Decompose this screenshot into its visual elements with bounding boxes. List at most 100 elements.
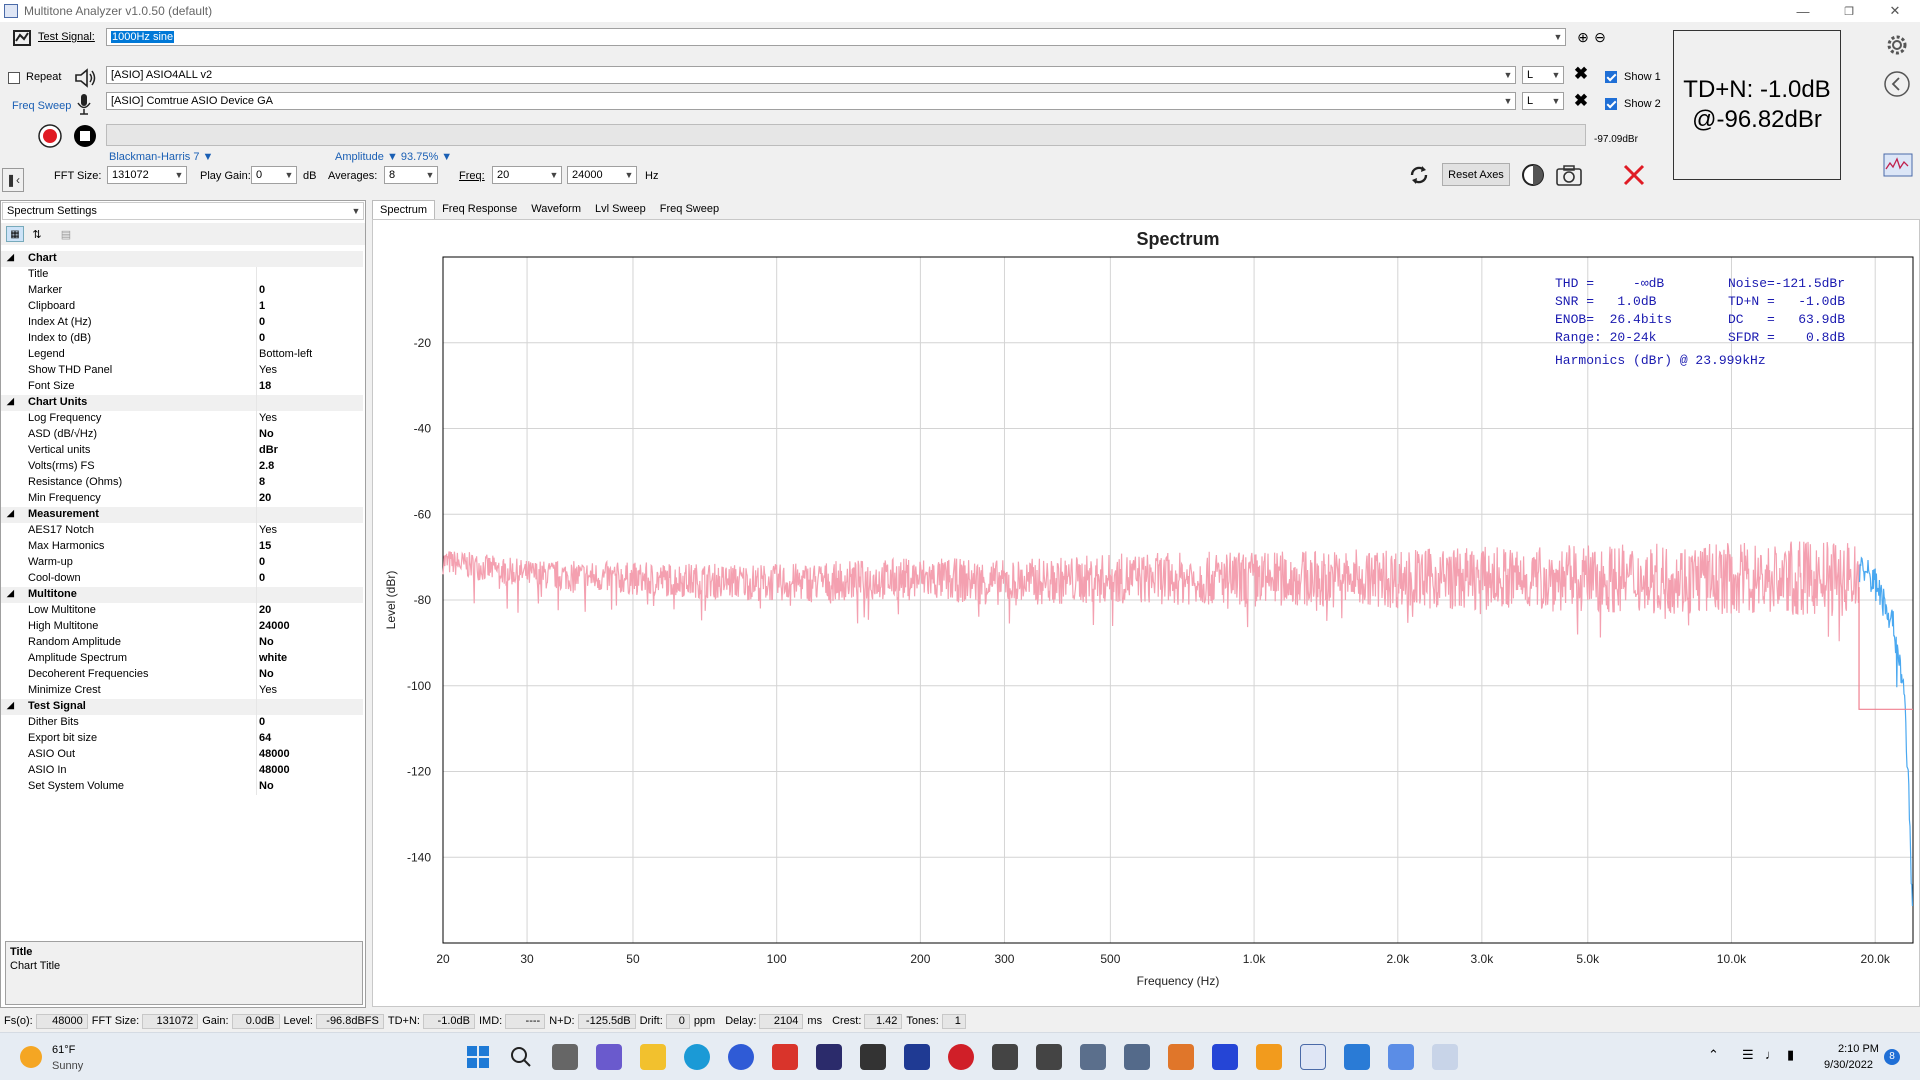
remove-signal-icon[interactable]: ⊖ <box>1592 29 1608 45</box>
property-value[interactable]: No <box>259 780 274 792</box>
record-button[interactable] <box>37 123 63 149</box>
app-icon-1[interactable] <box>728 1044 754 1070</box>
weather-desc[interactable]: Sunny <box>52 1060 83 1072</box>
microphone-icon[interactable] <box>74 92 94 116</box>
property-row[interactable]: Low Multitone 20 <box>1 603 363 619</box>
property-row[interactable]: Warm-up 0 <box>1 555 363 571</box>
battery-icon[interactable]: ▮ <box>1787 1047 1794 1063</box>
clock-time[interactable]: 2:10 PM <box>1838 1043 1879 1055</box>
spectrum-chart[interactable]: Spectrum 20 30 50 100 200 300 500 1.0k 2.0k 3.0k 5.… <box>373 220 1919 1006</box>
app-icon-9[interactable] <box>1212 1044 1238 1070</box>
property-row[interactable]: Show THD Panel Yes <box>1 363 363 379</box>
property-row[interactable]: ASIO In 48000 <box>1 763 363 779</box>
back-icon[interactable] <box>1882 69 1912 99</box>
camera-icon[interactable] <box>1554 162 1584 188</box>
property-row[interactable]: Index At (Hz) 0 <box>1 315 363 331</box>
input-channel-combo[interactable]: L ▼ <box>1522 92 1564 110</box>
start-icon[interactable] <box>465 1044 491 1070</box>
property-pages-icon[interactable]: ▤ <box>57 226 75 242</box>
signal-editor-icon[interactable] <box>12 28 32 48</box>
add-signal-icon[interactable]: ⊕ <box>1575 29 1591 45</box>
rew-icon[interactable] <box>816 1044 842 1070</box>
output-channel-combo[interactable]: L ▼ <box>1522 66 1564 84</box>
property-row[interactable]: Clipboard 1 <box>1 299 363 315</box>
property-row[interactable]: ASD (dB/√Hz) No <box>1 427 363 443</box>
play-gain-combo[interactable]: 0 ▼ <box>251 166 297 184</box>
property-row[interactable]: Font Size 18 <box>1 379 363 395</box>
settings-app-icon[interactable] <box>1080 1044 1106 1070</box>
app-icon-4[interactable] <box>904 1044 930 1070</box>
sort-alpha-icon[interactable]: ⇅ <box>28 226 46 242</box>
clock-date[interactable]: 9/30/2022 <box>1824 1059 1873 1071</box>
categorized-icon[interactable]: ▦ <box>6 226 24 242</box>
analyzer-icon[interactable] <box>1882 152 1914 178</box>
minimize-icon[interactable]: — <box>1780 0 1826 22</box>
tab-spectrum[interactable]: Spectrum <box>372 200 436 220</box>
tab-freq-sweep[interactable]: Freq Sweep <box>653 200 726 220</box>
repeat-checkbox[interactable] <box>8 72 20 84</box>
maximize-icon[interactable]: ❐ <box>1826 0 1872 22</box>
test-signal-combo[interactable]: 1000Hz sine ▼ <box>106 28 1566 46</box>
property-row[interactable]: Random Amplitude No <box>1 635 363 651</box>
tools-icon[interactable]: ✖ <box>1572 91 1590 110</box>
property-value[interactable]: 0 <box>259 716 265 728</box>
property-value[interactable]: 2.8 <box>259 460 274 472</box>
app-icon-6[interactable] <box>992 1044 1018 1070</box>
tray-chevron-up-icon[interactable]: ⌃ <box>1708 1047 1719 1063</box>
property-row[interactable]: High Multitone 24000 <box>1 619 363 635</box>
property-value[interactable]: Yes <box>259 412 277 424</box>
property-value[interactable]: 20 <box>259 604 271 616</box>
weather-icon[interactable] <box>20 1046 42 1068</box>
gear-icon[interactable] <box>1882 30 1912 60</box>
property-value[interactable]: 0 <box>259 332 265 344</box>
reset-axes-button[interactable]: Reset Axes <box>1442 163 1510 186</box>
collapse-icon[interactable]: ◢ <box>7 508 14 519</box>
property-value[interactable]: white <box>259 652 287 664</box>
property-value[interactable]: 0 <box>259 316 265 328</box>
property-value[interactable]: 48000 <box>259 748 290 760</box>
property-value[interactable]: 0 <box>259 572 265 584</box>
property-value[interactable]: dBr <box>259 444 278 456</box>
clear-icon[interactable] <box>1620 161 1648 189</box>
property-row[interactable]: Marker 0 <box>1 283 363 299</box>
volume-icon[interactable]: ♩ <box>1765 1047 1778 1062</box>
property-row[interactable]: Decoherent Frequencies No <box>1 667 363 683</box>
collapse-icon[interactable]: ◢ <box>7 396 14 407</box>
multitone-taskbar-icon[interactable] <box>1300 1044 1326 1070</box>
property-row[interactable]: Volts(rms) FS 2.8 <box>1 459 363 475</box>
collapse-icon[interactable]: ◢ <box>7 588 14 599</box>
speaker-icon[interactable] <box>72 66 98 90</box>
tab-waveform[interactable]: Waveform <box>524 200 588 220</box>
search-icon[interactable] <box>508 1044 534 1070</box>
stop-button[interactable] <box>72 123 98 149</box>
amplitude-link[interactable]: Amplitude ▼ 93.75% ▼ <box>335 151 452 163</box>
output-device-combo[interactable]: [ASIO] ASIO4ALL v2 ▼ <box>106 66 1516 84</box>
app-icon-7[interactable] <box>1036 1044 1062 1070</box>
contrast-icon[interactable] <box>1520 162 1546 188</box>
property-value[interactable]: 0 <box>259 284 265 296</box>
app-icon-3[interactable] <box>860 1044 886 1070</box>
property-row[interactable]: Log Frequency Yes <box>1 411 363 427</box>
app-icon-11[interactable] <box>1344 1044 1370 1070</box>
task-view-icon[interactable] <box>552 1044 578 1070</box>
property-value[interactable]: 48000 <box>259 764 290 776</box>
property-value[interactable]: 18 <box>259 380 271 392</box>
tools-icon[interactable]: ✖ <box>1572 64 1590 83</box>
property-row[interactable]: Resistance (Ohms) 8 <box>1 475 363 491</box>
property-value[interactable]: 8 <box>259 476 265 488</box>
file-explorer-icon[interactable] <box>640 1044 666 1070</box>
property-row[interactable]: Export bit size 64 <box>1 731 363 747</box>
show1-checkbox[interactable] <box>1605 71 1617 83</box>
tab-freq-response[interactable]: Freq Response <box>435 200 524 220</box>
collapse-panel-icon[interactable]: ❚‹ <box>2 168 24 192</box>
close-icon[interactable]: ✕ <box>1872 0 1918 22</box>
property-row[interactable]: Max Harmonics 15 <box>1 539 363 555</box>
app-icon-13[interactable] <box>1432 1044 1458 1070</box>
category-test-signal[interactable]: ◢ Test Signal <box>1 699 363 715</box>
edge-icon[interactable] <box>684 1044 710 1070</box>
input-device-combo[interactable]: [ASIO] Comtrue ASIO Device GA ▼ <box>106 92 1516 110</box>
window-function-link[interactable]: Blackman-Harris 7 ▼ <box>109 151 213 163</box>
property-value[interactable]: Yes <box>259 364 277 376</box>
settings-dropdown[interactable]: Spectrum Settings ▼ <box>2 202 364 220</box>
property-value[interactable]: 24000 <box>259 620 290 632</box>
